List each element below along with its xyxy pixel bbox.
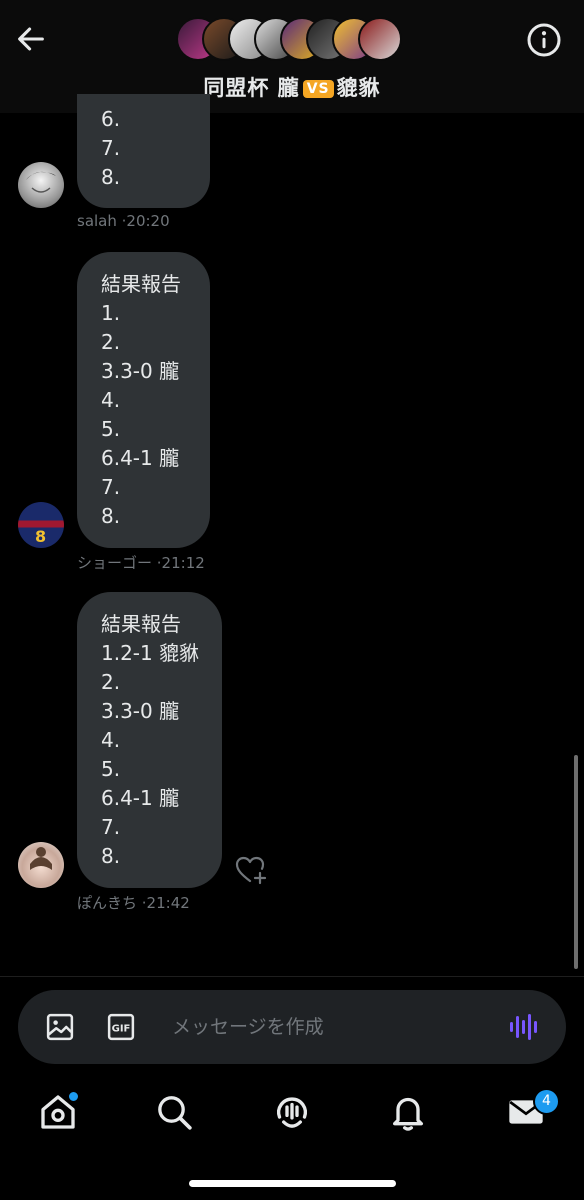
voice-message-icon[interactable]	[508, 1011, 540, 1043]
message-line: 8.	[101, 504, 121, 528]
message-line: 1.2-1 貔貅	[101, 641, 200, 665]
search-icon[interactable]	[154, 1092, 194, 1132]
message-meta: ぽんきち ·21:42	[77, 892, 190, 913]
sender-name: ショーゴー	[77, 554, 153, 572]
message-time: ·20:20	[116, 212, 170, 230]
sender-avatar[interactable]: 8	[18, 502, 64, 548]
message-line: 7.	[101, 136, 121, 160]
sender-name: ぽんきち	[77, 894, 138, 912]
messages-badge: 4	[533, 1088, 560, 1115]
message-line: 7.	[101, 475, 121, 499]
person-avatar-icon	[30, 847, 52, 870]
manga-avatar-icon	[26, 171, 56, 193]
gif-icon[interactable]: GIF	[106, 1012, 136, 1042]
vs-badge: VS	[302, 80, 334, 98]
gif-label: GIF	[112, 1023, 131, 1034]
message-time: ·21:12	[152, 554, 205, 572]
title-left: 同盟杯 朧	[203, 76, 300, 100]
message-line: 7.	[101, 815, 121, 839]
message-line: 3.3-0 朧	[101, 699, 180, 723]
info-icon[interactable]	[526, 22, 562, 58]
message-line: 3.3-0 朧	[101, 359, 180, 383]
sender-avatar[interactable]	[18, 842, 64, 888]
message-line: 5.	[101, 757, 121, 781]
jersey-avatar-icon: 8	[35, 527, 46, 546]
message-bubble[interactable]: 6. 7. 8.	[77, 94, 210, 208]
sender-name: salah	[77, 212, 117, 230]
message-line: 8.	[101, 165, 121, 189]
spaces-icon[interactable]	[272, 1092, 312, 1132]
message-bubble[interactable]: 結果報告 1. 2. 3.3-0 朧 4. 5. 6.4-1 朧 7. 8.	[77, 252, 210, 548]
message-line: 結果報告	[101, 612, 181, 636]
message-line: 6.4-1 朧	[101, 446, 180, 470]
message-line: 2.	[101, 670, 121, 694]
message-line: 5.	[101, 417, 121, 441]
group-avatars[interactable]	[176, 17, 416, 61]
message-line: 結果報告	[101, 272, 181, 296]
message-line: 8.	[101, 844, 121, 868]
group-avatar-8	[358, 17, 402, 61]
message-input[interactable]	[172, 1012, 482, 1042]
home-indicator[interactable]	[189, 1180, 396, 1187]
message-line: 4.	[101, 728, 121, 752]
message-meta: salah ·20:20	[77, 212, 170, 230]
message-line: 1.	[101, 301, 121, 325]
image-icon[interactable]	[45, 1012, 75, 1042]
message-composer: GIF	[18, 990, 566, 1064]
message-line: 6.4-1 朧	[101, 786, 180, 810]
home-notification-dot	[67, 1090, 80, 1103]
message-meta: ショーゴー ·21:12	[77, 552, 205, 573]
message-time: ·21:42	[137, 894, 190, 912]
add-reaction-heart-icon[interactable]	[234, 854, 268, 886]
message-line: 4.	[101, 388, 121, 412]
message-line: 6.	[101, 107, 121, 131]
notifications-bell-icon[interactable]	[388, 1092, 428, 1132]
message-line: 2.	[101, 330, 121, 354]
sender-avatar[interactable]	[18, 162, 64, 208]
message-bubble[interactable]: 結果報告 1.2-1 貔貅 2. 3.3-0 朧 4. 5. 6.4-1 朧 7…	[77, 592, 222, 888]
svg-text:8: 8	[35, 527, 46, 546]
title-right: 貔貅	[336, 76, 381, 100]
scrollbar[interactable]	[574, 755, 578, 969]
back-arrow-icon[interactable]	[14, 22, 48, 56]
composer-area: GIF	[0, 976, 584, 1077]
